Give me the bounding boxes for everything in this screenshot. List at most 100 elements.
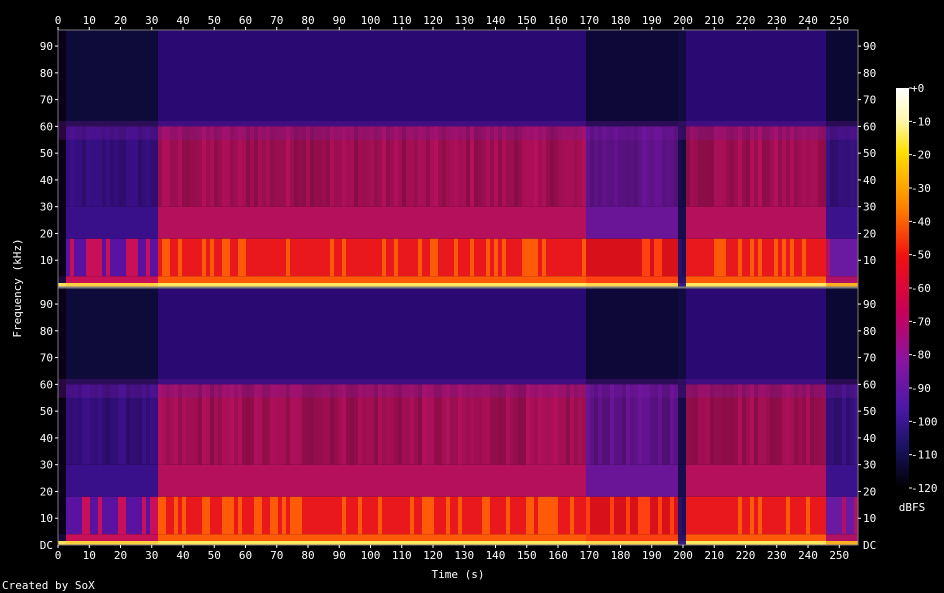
spectro-cell-upper	[570, 464, 574, 497]
spectro-cell-upper	[674, 206, 678, 239]
spectro-cell-high	[378, 30, 382, 127]
spectro-cell-dc	[630, 541, 634, 545]
spectro-cell-high	[178, 288, 182, 385]
spectro-cell-dc	[126, 541, 130, 545]
spectro-cell-low	[98, 496, 102, 535]
spectro-cell-upper	[414, 464, 418, 497]
spectro-cell-low	[538, 238, 542, 277]
spectro-cell-low	[142, 496, 146, 535]
spectro-cell-upper	[594, 206, 598, 239]
spectro-cell-dc	[458, 283, 462, 287]
spectro-cell-high	[638, 30, 642, 127]
spectro-cell-upper	[738, 464, 742, 497]
spectro-cell-low	[710, 496, 714, 535]
spectro-cell-upper	[738, 206, 742, 239]
spectro-cell-low	[290, 496, 294, 535]
spectro-cell-upper	[498, 206, 502, 239]
spectro-cell-low	[386, 238, 390, 277]
spectro-cell-upper	[346, 206, 350, 239]
spectro-cell-dc	[730, 283, 734, 287]
spectro-cell-high	[110, 288, 114, 385]
spectro-cell-upper	[834, 464, 838, 497]
spectro-cell-upper	[102, 464, 106, 497]
spectro-cell-dc	[266, 541, 270, 545]
spectro-cell-dc	[194, 541, 198, 545]
spectro-cell-upper	[590, 206, 594, 239]
spectro-cell-high	[90, 288, 94, 385]
spectro-cell-low	[426, 238, 430, 277]
spectro-cell-dc	[406, 541, 410, 545]
spectro-cell-upper	[114, 464, 118, 497]
spectro-cell-dc	[290, 541, 294, 545]
spectro-cell-dc	[530, 283, 534, 287]
spectro-cell-low	[514, 238, 518, 277]
colorbar-gradient	[896, 88, 909, 488]
spectro-cell-low	[838, 238, 842, 277]
spectro-cell-low	[370, 496, 374, 535]
spectro-cell-high	[94, 288, 98, 385]
spectro-cell-upper	[262, 464, 266, 497]
spectro-cell-dc	[754, 283, 758, 287]
spectro-cell-dc	[846, 541, 850, 545]
x-tick-label-bottom: 30	[145, 549, 158, 562]
spectro-cell-low	[706, 238, 710, 277]
spectro-cell-low	[414, 238, 418, 277]
spectro-cell-high	[534, 30, 538, 127]
spectro-cell-upper	[82, 464, 86, 497]
spectro-cell-upper	[70, 464, 74, 497]
spectro-cell-low	[502, 496, 506, 535]
spectro-cell-high	[138, 30, 142, 127]
spectro-cell-upper	[554, 464, 558, 497]
spectro-cell-dc	[318, 541, 322, 545]
spectro-cell-low	[494, 496, 498, 535]
spectro-cell-dc	[590, 541, 594, 545]
spectro-cell-dc	[778, 541, 782, 545]
spectro-cell-low	[422, 496, 426, 535]
spectro-cell-low	[698, 238, 702, 277]
spectro-cell-upper	[410, 206, 414, 239]
spectro-cell-dc	[438, 541, 442, 545]
spectro-cell-upper	[838, 464, 842, 497]
spectro-cell-upper	[130, 206, 134, 239]
spectro-cell-upper	[90, 206, 94, 239]
spectro-cell-low	[410, 238, 414, 277]
spectro-cell-dc	[506, 283, 510, 287]
spectro-cell-upper	[470, 464, 474, 497]
spectro-cell-low	[638, 496, 642, 535]
spectro-cell-high	[594, 30, 598, 127]
spectro-cell-high	[194, 30, 198, 127]
spectro-cell-high	[330, 30, 334, 127]
spectro-cell-upper	[522, 206, 526, 239]
spectro-cell-dc	[70, 541, 74, 545]
spectro-cell-low	[114, 238, 118, 277]
spectro-cell-upper	[234, 206, 238, 239]
spectro-cell-upper	[822, 464, 826, 497]
colorbar-tick-label: -100	[911, 415, 938, 428]
spectro-cell-high	[722, 30, 726, 127]
spectro-cell-low	[306, 238, 310, 277]
spectro-cell-dc	[514, 541, 518, 545]
spectro-cell-high	[666, 30, 670, 127]
spectro-cell-low	[350, 496, 354, 535]
spectro-cell-high	[78, 30, 82, 127]
spectro-cell-dc	[426, 283, 430, 287]
spectro-cell-high	[254, 30, 258, 127]
spectro-cell-high	[654, 30, 658, 127]
spectro-cell-low	[162, 238, 166, 277]
spectro-cell-dc	[322, 541, 326, 545]
spectro-cell-high	[786, 30, 790, 127]
spectro-cell-upper	[550, 206, 554, 239]
spectro-cell-high	[234, 288, 238, 385]
spectro-cell-dc	[190, 541, 194, 545]
spectro-cell-low	[378, 496, 382, 535]
spectro-cell-upper	[366, 464, 370, 497]
spectro-cell-low	[294, 238, 298, 277]
y-tick-label-right: 50	[863, 405, 876, 418]
spectro-cell-dc	[694, 283, 698, 287]
spectro-cell-low	[782, 238, 786, 277]
spectro-cell-upper	[158, 464, 162, 497]
spectro-cell-upper	[794, 464, 798, 497]
spectro-cell-upper	[330, 464, 334, 497]
spectro-cell-low	[482, 496, 486, 535]
spectro-cell-low	[810, 238, 814, 277]
